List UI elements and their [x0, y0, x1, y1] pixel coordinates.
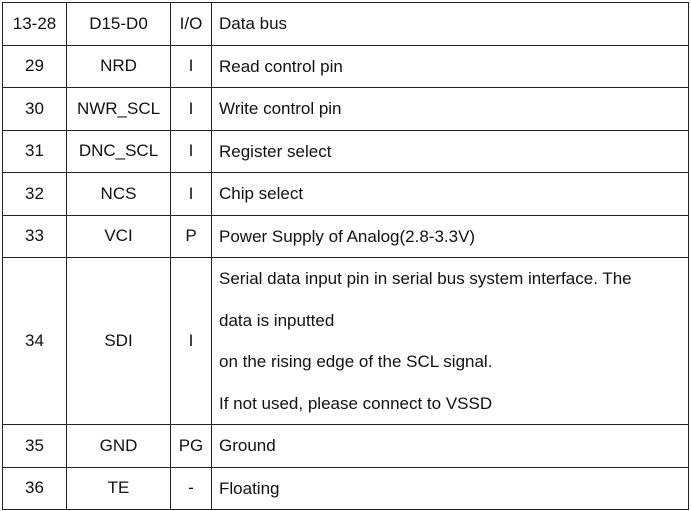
pin-table: 13-28 D15-D0 I/O Data bus 29 NRD I Read control…: [2, 2, 689, 510]
pin-number: 31: [2, 129, 67, 173]
pin-description: Data bus: [211, 2, 689, 46]
pin-name: NCS: [66, 172, 171, 216]
description-line: Read control pin: [219, 56, 343, 76]
description-line: Chip select: [219, 184, 304, 203]
pin-io-type: I: [170, 44, 212, 88]
pin-number: 32: [2, 172, 67, 216]
pin-name: NWR_SCL: [66, 87, 171, 131]
description-line: Serial data input pin in serial bus syst…: [219, 269, 632, 288]
table-row: 30 NWR_SCL I Write control pin: [2, 87, 689, 131]
pin-number: 34: [2, 257, 67, 425]
pin-number: 36: [2, 466, 67, 510]
pin-number: 13-28: [2, 2, 67, 46]
description-line: Write control pin: [219, 99, 342, 118]
pin-number: 29: [2, 44, 67, 88]
description-line: If not used, please connect to VSSD: [219, 393, 493, 413]
pin-description: Register select: [211, 129, 689, 173]
pin-io-type: I: [170, 87, 212, 131]
pin-name: TE: [66, 466, 171, 510]
pin-description: Chip select: [211, 172, 689, 216]
description-line: Register select: [219, 141, 332, 161]
pin-name: VCI: [66, 214, 171, 258]
table-row: 29 NRD I Read control pin: [2, 44, 689, 88]
table-row: 34 SDI I Serial data input pin in serial bu…: [2, 257, 689, 425]
table-row: 36 TE - Floating: [2, 466, 689, 510]
pin-io-type: P: [170, 214, 212, 258]
pin-io-type: I: [170, 172, 212, 216]
description-line: data is inputted: [219, 310, 335, 330]
pin-name: SDI: [66, 257, 171, 425]
pin-io-type: I/O: [170, 2, 212, 46]
description-line: Ground: [219, 436, 276, 455]
table-row: 32 NCS I Chip select: [2, 172, 689, 216]
pin-description: Power Supply of Analog(2.8-3.3V): [211, 214, 689, 258]
pin-io-type: -: [170, 466, 212, 510]
pin-description: Read control pin: [211, 44, 689, 88]
table-row: 13-28 D15-D0 I/O Data bus: [2, 2, 689, 46]
description-line: Floating: [219, 478, 280, 498]
description-line: on the rising edge of the SCL signal.: [219, 352, 493, 371]
pin-name: D15-D0: [66, 2, 171, 46]
pin-number: 30: [2, 87, 67, 131]
pin-description: Write control pin: [211, 87, 689, 131]
pin-name: DNC_SCL: [66, 129, 171, 173]
table-row: 35 GND PG Ground: [2, 424, 689, 468]
table-row: 31 DNC_SCL I Register select: [2, 129, 689, 173]
pin-io-type: PG: [170, 424, 212, 468]
pin-io-type: I: [170, 257, 212, 425]
description-line: Power Supply of Analog(2.8-3.3V): [219, 226, 476, 246]
pin-number: 35: [2, 424, 67, 468]
pin-number: 33: [2, 214, 67, 258]
pin-description: Floating: [211, 466, 689, 510]
pin-description: Ground: [211, 424, 689, 468]
pin-name: NRD: [66, 44, 171, 88]
pin-description: Serial data input pin in serial bus syst…: [211, 257, 689, 425]
pin-name: GND: [66, 424, 171, 468]
pin-io-type: I: [170, 129, 212, 173]
table-row: 33 VCI P Power Supply of Analog(2.8-3.3V): [2, 214, 689, 258]
description-line: Data bus: [219, 14, 288, 33]
